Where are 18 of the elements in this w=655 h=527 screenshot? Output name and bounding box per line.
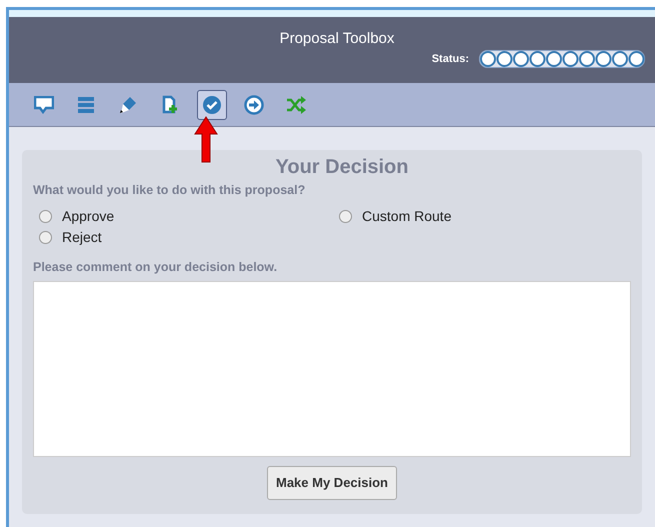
check-icon — [202, 94, 222, 114]
question-label: What would you like to do with this proposal? — [33, 182, 306, 199]
radio-option[interactable]: Approve — [39, 206, 339, 227]
add-page-icon — [161, 95, 179, 114]
radio-option[interactable]: Custom Route — [339, 206, 631, 227]
submit-button[interactable]: Make My Decision — [267, 466, 397, 500]
radio-option[interactable]: Reject — [39, 226, 339, 248]
pencil-icon — [119, 96, 137, 114]
list-icon — [77, 96, 95, 114]
status-label: Status: — [432, 52, 469, 67]
shuffle-icon — [286, 96, 306, 114]
pointer-arrow-icon — [194, 116, 218, 164]
toolbar-button[interactable] — [197, 90, 227, 120]
comment-label: Please comment on your decision below. — [33, 258, 278, 276]
comment-icon — [34, 96, 54, 114]
comment-field[interactable] — [33, 280, 631, 456]
panel-title: Proposal Toolbox — [280, 29, 394, 49]
card-title: Your Decision — [276, 155, 408, 180]
